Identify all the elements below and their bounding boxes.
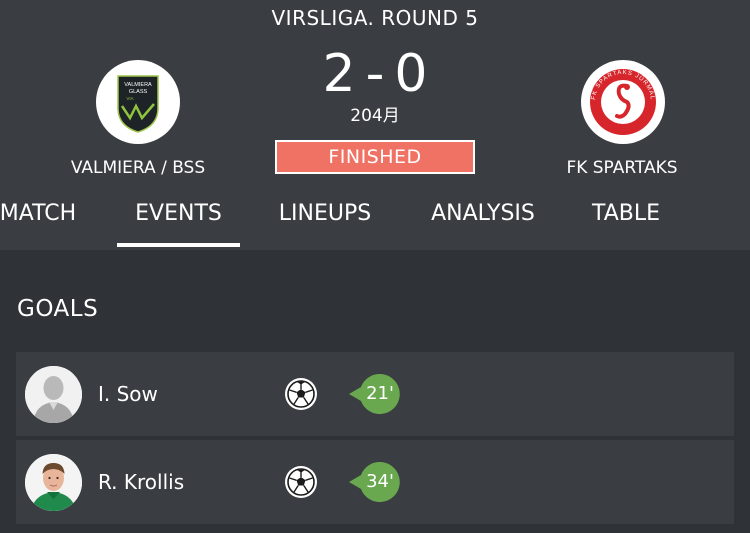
soccer-ball-icon <box>285 466 317 498</box>
avatar <box>25 454 82 511</box>
tab-bar: MATCH EVENTS LINEUPS ANALYSIS TABLE <box>0 196 750 250</box>
tab-events[interactable]: EVENTS <box>117 196 240 247</box>
avatar <box>25 366 82 423</box>
tab-match[interactable]: MATCH <box>0 196 86 236</box>
soccer-ball-icon <box>285 378 317 410</box>
goal-row[interactable]: R. Krollis 34' <box>16 440 734 524</box>
valmiera-crest-icon: VALMIERA GLASS VIA <box>117 75 159 133</box>
score-separator: - <box>365 44 385 104</box>
match-header: VIRSLIGA. ROUND 5 VALMIERA GLASS VIA VAL… <box>0 0 750 250</box>
home-logo-line-3: VIA <box>126 96 133 101</box>
tab-analysis[interactable]: ANALYSIS <box>420 196 546 236</box>
away-score: 0 <box>394 44 428 104</box>
away-team-logo[interactable]: FK SPARTAKS JŪRMALA <box>578 56 665 144</box>
scoreline: 2-0 <box>275 44 475 104</box>
home-logo-line-1: VALMIERA <box>124 82 152 88</box>
goal-minute: 21' <box>366 383 394 404</box>
home-logo-line-2: GLASS <box>129 89 148 95</box>
goals-section-title: GOALS <box>17 296 99 322</box>
spartaks-crest-icon: FK SPARTAKS JŪRMALA <box>578 56 656 135</box>
match-date: 204月 <box>350 106 400 126</box>
home-team-logo[interactable]: VALMIERA GLASS VIA <box>96 60 180 144</box>
player-silhouette-icon <box>25 366 82 423</box>
tab-table[interactable]: TABLE <box>583 196 669 236</box>
player-name: R. Krollis <box>98 470 185 494</box>
status-badge: FINISHED <box>275 140 475 174</box>
goal-row[interactable]: I. Sow 21' <box>16 352 734 436</box>
player-photo-icon <box>25 454 82 511</box>
goal-minute: 34' <box>366 471 394 492</box>
competition-round: VIRSLIGA. ROUND 5 <box>271 6 479 30</box>
home-team-name[interactable]: VALMIERA / BSS <box>28 158 248 178</box>
tab-lineups[interactable]: LINEUPS <box>268 196 382 236</box>
player-name: I. Sow <box>98 382 158 406</box>
home-score: 2 <box>322 44 356 104</box>
away-team-name[interactable]: FK SPARTAKS <box>512 158 732 178</box>
